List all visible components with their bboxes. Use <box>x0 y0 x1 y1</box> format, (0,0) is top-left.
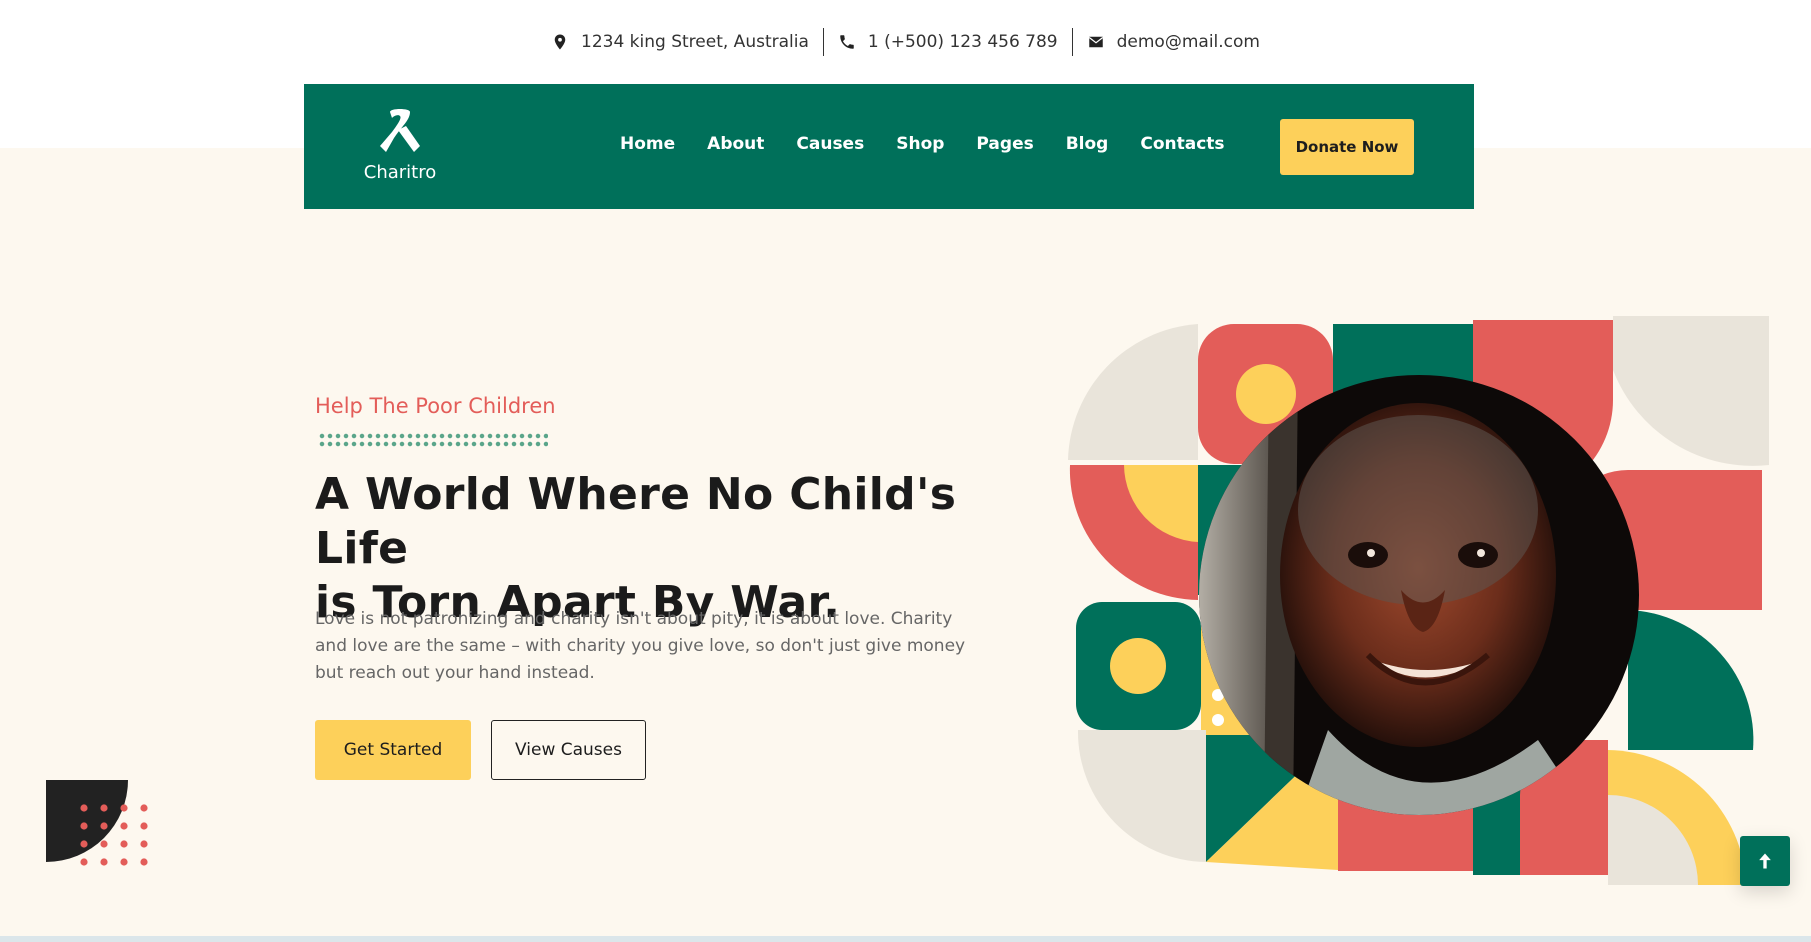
contact-row: 1234 king Street, Australia 1 (+500) 123… <box>0 28 1811 56</box>
nav-item-causes[interactable]: Causes <box>796 134 864 154</box>
ribbon-logo-icon <box>380 109 420 152</box>
contact-address: 1234 king Street, Australia <box>537 32 823 52</box>
view-causes-button[interactable]: View Causes <box>491 720 646 780</box>
contact-email[interactable]: demo@mail.com <box>1073 32 1274 52</box>
nav-item-shop[interactable]: Shop <box>896 134 944 154</box>
nav-item-about[interactable]: About <box>707 134 764 154</box>
main-navbar: Charitro Home About Causes Shop Pages Bl… <box>304 84 1474 209</box>
nav-item-blog[interactable]: Blog <box>1066 134 1109 154</box>
next-section-edge <box>0 936 1811 942</box>
hero-geometric-artwork <box>1068 316 1769 885</box>
nav-item-pages[interactable]: Pages <box>976 134 1033 154</box>
arrow-up-icon <box>1759 853 1771 869</box>
contact-phone[interactable]: 1 (+500) 123 456 789 <box>824 32 1072 52</box>
brand-name: Charitro <box>363 162 437 183</box>
contact-email-text: demo@mail.com <box>1116 32 1260 52</box>
get-started-button[interactable]: Get Started <box>315 720 471 780</box>
brand-logo[interactable]: Charitro <box>360 108 440 183</box>
nav-item-home[interactable]: Home <box>620 134 675 154</box>
map-pin-icon <box>554 34 566 50</box>
child-portrait-photo <box>1199 375 1639 815</box>
phone-icon <box>840 35 854 49</box>
nav-item-contacts[interactable]: Contacts <box>1140 134 1224 154</box>
hero-title-line1: A World Where No Child's Life <box>315 469 957 574</box>
nav-menu: Home About Causes Shop Pages Blog Contac… <box>620 134 1225 154</box>
donate-now-button[interactable]: Donate Now <box>1280 119 1414 175</box>
decorative-shape-dots <box>46 780 148 866</box>
contact-phone-text: 1 (+500) 123 456 789 <box>867 32 1058 52</box>
contact-address-text: 1234 king Street, Australia <box>581 32 809 52</box>
hero-description: Love is not patronizing and charity isn'… <box>315 609 966 683</box>
envelope-icon <box>1088 36 1103 48</box>
scroll-to-top-button[interactable] <box>1740 836 1790 886</box>
hero-subtitle: Help The Poor Children <box>315 394 556 418</box>
dotted-divider <box>318 432 548 448</box>
